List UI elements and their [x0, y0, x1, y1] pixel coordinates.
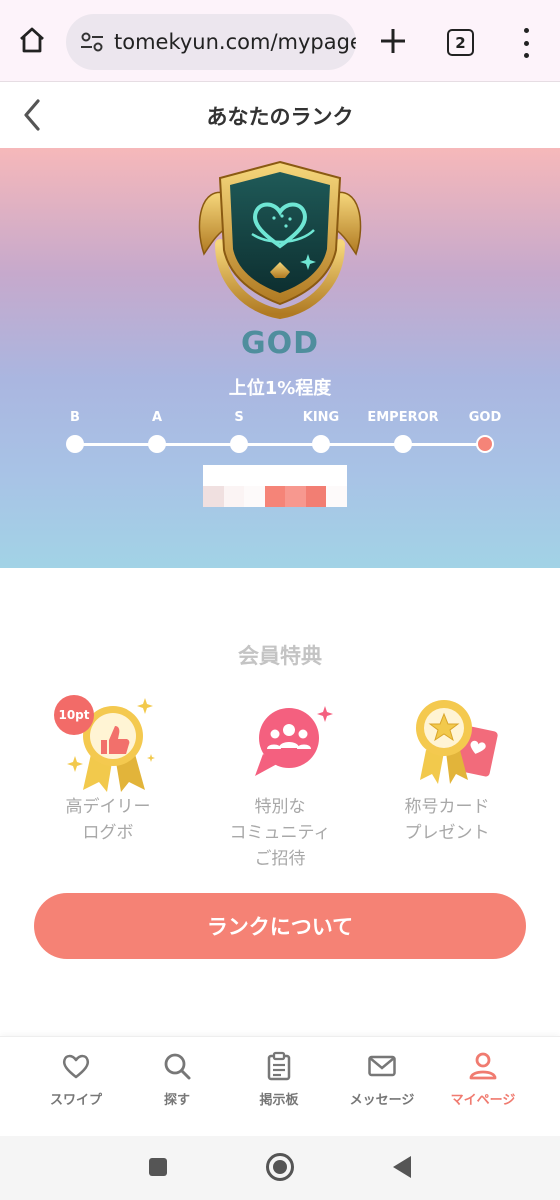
- clipboard-icon: [267, 1051, 291, 1081]
- progress-segment: [285, 486, 307, 507]
- progress-segment: [264, 486, 286, 507]
- benefit-label: 特別な コミュニティ ご招待: [229, 797, 331, 869]
- progress-segment: [244, 486, 266, 507]
- nav-label: スワイプ: [49, 1093, 102, 1108]
- rank-tier-dot: [148, 435, 166, 453]
- address-bar[interactable]: tomekyun.com/mypage/: [66, 14, 356, 70]
- benefit-label: 高デイリー ログボ: [65, 797, 151, 843]
- heart-outline-icon: [62, 1054, 90, 1079]
- progress-segment: [326, 486, 348, 507]
- rank-name: GOD: [240, 326, 320, 361]
- nav-item-swipe[interactable]: スワイプ: [26, 1051, 126, 1121]
- mail-icon: [368, 1055, 396, 1077]
- about-rank-button[interactable]: ランクについて: [34, 893, 526, 959]
- more-vert-icon[interactable]: [516, 28, 536, 58]
- url-text: tomekyun.com/mypage/: [114, 30, 356, 54]
- person-icon: [469, 1052, 497, 1080]
- nav-item-message[interactable]: メッセージ: [332, 1051, 432, 1121]
- nav-label: 探す: [163, 1093, 190, 1108]
- progress-segment: [223, 486, 245, 507]
- nav-item-board[interactable]: 掲示板: [229, 1051, 329, 1121]
- rank-tier-label: GOD: [468, 410, 502, 425]
- nav-item-search[interactable]: 探す: [127, 1051, 227, 1121]
- benefit-title-card: 称号カード プレゼント: [372, 692, 522, 846]
- rank-tier-dot: [230, 435, 248, 453]
- page-header: あなたのランク: [0, 83, 560, 148]
- benefit-label: 称号カード プレゼント: [404, 797, 490, 843]
- rank-percentile: 上位1%程度: [228, 378, 332, 399]
- home-icon[interactable]: [14, 22, 50, 58]
- benefit-special-community: 特別な コミュニティ ご招待: [205, 692, 355, 872]
- nav-label: マイページ: [450, 1093, 516, 1108]
- rank-tier-dot-current: [476, 435, 494, 453]
- benefits-title: 会員特典: [238, 644, 322, 668]
- rank-tier-dot: [66, 435, 84, 453]
- search-icon: [164, 1053, 191, 1080]
- nav-label: 掲示板: [259, 1093, 299, 1108]
- plus-icon[interactable]: [376, 24, 410, 58]
- browser-toolbar: tomekyun.com/mypage/ 2: [0, 0, 560, 82]
- site-settings-icon[interactable]: [78, 28, 106, 56]
- nav-item-mypage[interactable]: マイページ: [433, 1051, 533, 1121]
- community-chat-icon: [255, 706, 333, 776]
- winged-shield-heart-emblem: [198, 160, 362, 320]
- rank-tier-dot: [394, 435, 412, 453]
- recents-icon[interactable]: [149, 1158, 167, 1176]
- system-back-icon[interactable]: [393, 1156, 411, 1178]
- bottom-nav: スワイプ 探す 掲示板 メッセージ マイページ: [0, 1036, 560, 1136]
- star-medal-card-icon: [416, 700, 498, 784]
- nav-label: メッセージ: [349, 1093, 415, 1108]
- system-home-icon[interactable]: [266, 1153, 294, 1181]
- system-navigation-bar: [0, 1136, 560, 1200]
- page-title: あなたのランク: [206, 105, 354, 129]
- progress-segment: [203, 486, 225, 507]
- progress-segment: [305, 486, 327, 507]
- rank-track: [75, 443, 485, 446]
- rank-progress-bar: [203, 465, 348, 507]
- tab-count-button[interactable]: 2: [447, 29, 474, 56]
- rank-hero: GOD 上位1%程度 B A S KING EMPEROR GOD: [0, 148, 560, 568]
- rank-tier-dot: [312, 435, 330, 453]
- bonus-badge: 10pt: [54, 695, 94, 735]
